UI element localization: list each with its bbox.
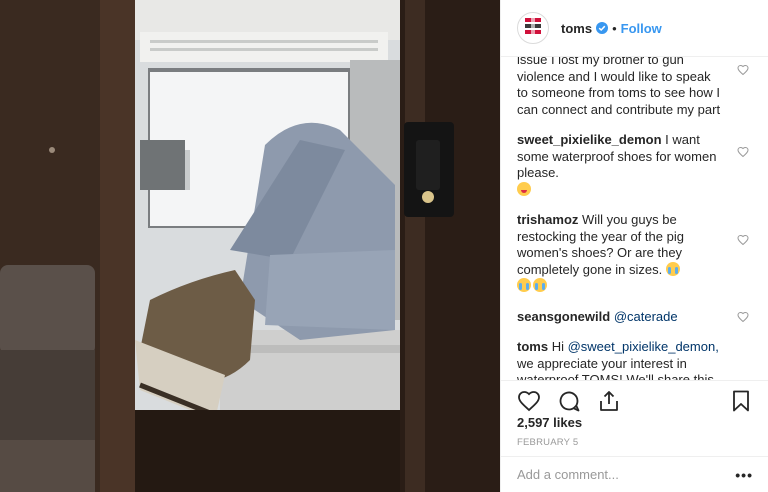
likes-count[interactable]: 2,597 likes [517,415,582,430]
avatar[interactable] [517,12,549,44]
separator-dot: • [612,20,617,36]
share-icon[interactable] [597,389,621,413]
comment-text: we appreciate your interest in waterproo… [517,355,714,381]
post-date[interactable]: FEBRUARY 5 [517,437,578,448]
heart-icon[interactable] [737,64,749,76]
action-bar [501,380,768,420]
crying-emoji-icon [665,261,680,276]
post-sidebar: toms • Follow issue I lost my brother to… [500,0,768,492]
toms-logo-icon [525,15,541,41]
comment-input[interactable] [517,467,736,482]
photo-illustration [0,0,500,492]
comment-item: seansgonewild @caterade [517,309,753,326]
comment-item: issue I lost my brother to gun violence … [517,57,753,118]
header-username[interactable]: toms [561,21,592,36]
crying-emoji-icon [517,278,531,292]
yum-emoji-icon [517,181,531,196]
comment-icon[interactable] [557,389,581,413]
comment-username[interactable]: sweet_pixielike_demon [517,132,662,147]
comment-text: issue I lost my brother to gun violence … [517,57,721,117]
add-comment-bar: ••• [501,456,768,492]
comment-mention[interactable]: @sweet_pixielike_demon, [568,339,719,354]
comment-username[interactable]: toms [517,339,548,354]
comment-item: sweet_pixielike_demon I want some waterp… [517,132,753,198]
comment-mention[interactable]: @caterade [614,309,678,324]
comment-item: toms Hi @sweet_pixielike_demon, we appre… [517,339,753,380]
heart-icon[interactable] [737,146,749,158]
heart-icon[interactable] [737,234,749,246]
comment-item: trishamoz Will you guys be restocking th… [517,212,753,295]
follow-button[interactable]: Follow [621,21,662,36]
more-options-button[interactable]: ••• [735,467,753,483]
verified-badge-icon [596,22,609,34]
comments-list[interactable]: issue I lost my brother to gun violence … [501,57,768,380]
bookmark-icon[interactable] [729,389,753,413]
heart-icon[interactable] [737,311,749,323]
heart-icon[interactable] [517,389,541,413]
post-header: toms • Follow [501,0,768,57]
comment-username[interactable]: trishamoz [517,212,578,227]
crying-emoji-icon [533,278,547,292]
comment-text-prefix: Hi [551,339,564,354]
post-photo[interactable] [0,0,500,492]
comment-username[interactable]: seansgonewild [517,309,610,324]
